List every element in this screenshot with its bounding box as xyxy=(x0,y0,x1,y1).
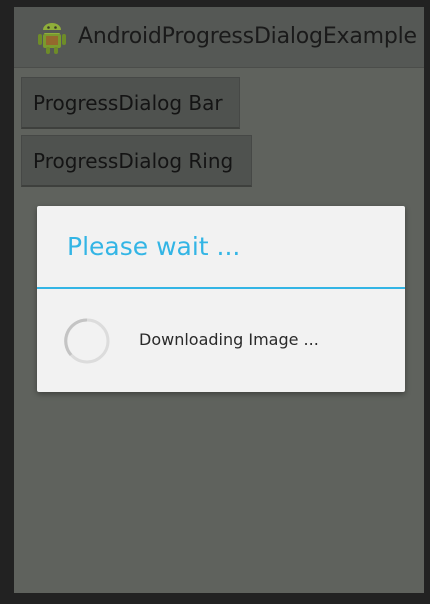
app-title: AndroidProgressDialogExample xyxy=(78,24,417,49)
progress-dialog: Please wait ... Downloading Image ... xyxy=(37,206,405,392)
dialog-divider xyxy=(37,287,405,289)
progress-ring-icon xyxy=(63,317,111,365)
android-robot-icon xyxy=(36,21,68,55)
progress-dialog-bar-button[interactable]: ProgressDialog Bar xyxy=(21,77,240,129)
action-bar: AndroidProgressDialogExample xyxy=(14,7,424,68)
app-screen: AndroidProgressDialogExample ProgressDia… xyxy=(14,7,424,593)
progress-dialog-ring-button[interactable]: ProgressDialog Ring xyxy=(21,135,252,187)
device-frame: AndroidProgressDialogExample ProgressDia… xyxy=(0,0,430,604)
dialog-message: Downloading Image ... xyxy=(139,330,319,349)
dialog-title: Please wait ... xyxy=(67,232,241,261)
